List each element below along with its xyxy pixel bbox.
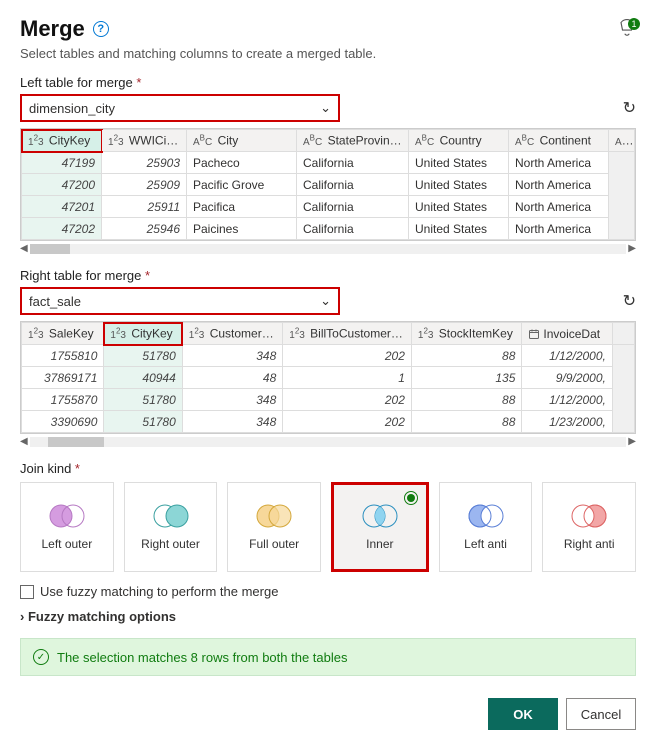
left-hscroll[interactable]: ◀ ▶ <box>20 243 636 254</box>
venn-full-outer-icon <box>254 503 294 529</box>
column-header[interactable]: ABC Continent <box>509 130 609 152</box>
join-kind-label: Join kind <box>20 461 636 476</box>
scroll-right-icon[interactable]: ▶ <box>628 243 636 254</box>
column-header[interactable]: 123 StockItemKey <box>411 323 522 345</box>
fuzzy-matching-label: Use fuzzy matching to perform the merge <box>40 584 278 599</box>
venn-inner-icon <box>360 503 400 529</box>
scroll-left-icon[interactable]: ◀ <box>20 243 28 254</box>
column-header-citykey[interactable]: 123 CityKey <box>22 130 102 152</box>
table-row: 4720225946PaicinesCaliforniaUnited State… <box>22 218 635 240</box>
venn-right-anti-icon <box>569 503 609 529</box>
success-banner: ✓ The selection matches 8 rows from both… <box>20 638 636 676</box>
column-header[interactable]: InvoiceDat <box>522 323 612 345</box>
right-table-select[interactable]: fact_sale ⌄ <box>20 287 340 315</box>
left-table-label: Left table for merge <box>20 75 636 90</box>
right-table-label: Right table for merge <box>20 268 636 283</box>
ok-button[interactable]: OK <box>488 698 558 730</box>
left-table-preview: 123 CityKey 123 WWICityID ABC City ABC S… <box>20 128 636 241</box>
column-header[interactable]: 123 CustomerKey <box>182 323 282 345</box>
chevron-down-icon: ⌄ <box>320 100 331 116</box>
page-subtitle: Select tables and matching columns to cr… <box>20 46 636 61</box>
join-right-outer[interactable]: Right outer <box>124 482 218 572</box>
table-row: 4720125911PacificaCaliforniaUnited State… <box>22 196 635 218</box>
join-full-outer[interactable]: Full outer <box>227 482 321 572</box>
table-row: 175587051780348202881/12/2000, <box>22 389 635 411</box>
left-table-select[interactable]: dimension_city ⌄ <box>20 94 340 122</box>
venn-right-outer-icon <box>151 503 191 529</box>
fuzzy-options-expander[interactable]: Fuzzy matching options <box>20 609 636 624</box>
column-header-more[interactable]: AB <box>609 130 635 152</box>
column-header[interactable]: ABC StateProvince <box>297 130 409 152</box>
selected-radio-icon <box>404 491 418 505</box>
column-header-citykey[interactable]: 123 CityKey <box>104 323 182 345</box>
column-header[interactable]: ABC Country <box>409 130 509 152</box>
join-left-outer[interactable]: Left outer <box>20 482 114 572</box>
table-row: 37869171409444811359/9/2000, <box>22 367 635 389</box>
join-right-anti[interactable]: Right anti <box>542 482 636 572</box>
table-row: 175581051780348202881/12/2000, <box>22 345 635 367</box>
column-header[interactable]: 123 SaleKey <box>22 323 104 345</box>
column-header[interactable]: 123 WWICityID <box>102 130 187 152</box>
refresh-right-icon[interactable]: ↻ <box>623 291 636 311</box>
help-icon[interactable]: ? <box>93 21 109 37</box>
scroll-right-icon[interactable]: ▶ <box>628 436 636 447</box>
table-row: 4720025909Pacific GroveCaliforniaUnited … <box>22 174 635 196</box>
column-header[interactable]: ABC City <box>187 130 297 152</box>
fuzzy-matching-checkbox[interactable] <box>20 585 34 599</box>
table-row: 4719925903PachecoCaliforniaUnited States… <box>22 152 635 174</box>
column-header[interactable]: 123 BillToCustomerKey <box>283 323 412 345</box>
right-hscroll[interactable]: ◀ ▶ <box>20 436 636 447</box>
join-left-anti[interactable]: Left anti <box>439 482 533 572</box>
check-circle-icon: ✓ <box>33 649 49 665</box>
right-table-preview: 123 SaleKey 123 CityKey 123 CustomerKey … <box>20 321 636 434</box>
cancel-button[interactable]: Cancel <box>566 698 636 730</box>
join-inner[interactable]: Inner <box>331 482 429 572</box>
venn-left-outer-icon <box>47 503 87 529</box>
chevron-down-icon: ⌄ <box>320 293 331 309</box>
page-title: Merge ? <box>20 16 109 42</box>
notifications-icon[interactable]: 1 <box>618 18 636 41</box>
table-row: 339069051780348202881/23/2000, <box>22 411 635 433</box>
venn-left-anti-icon <box>466 503 506 529</box>
scroll-left-icon[interactable]: ◀ <box>20 436 28 447</box>
refresh-left-icon[interactable]: ↻ <box>623 98 636 118</box>
